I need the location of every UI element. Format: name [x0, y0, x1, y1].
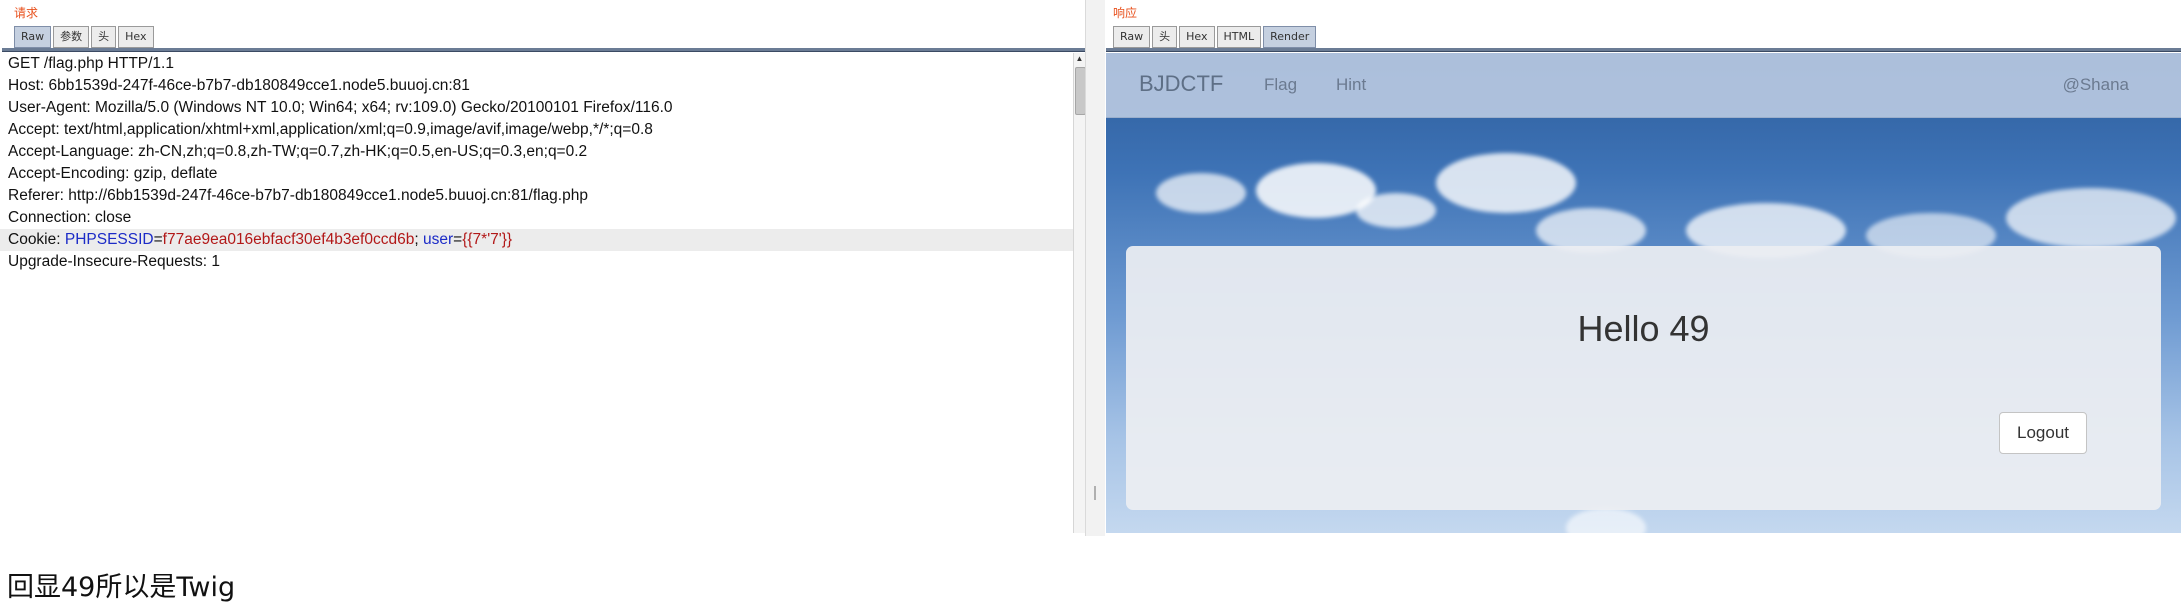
nav-user-link[interactable]: @Shana [2063, 75, 2129, 95]
cookie-value-user: {{7*'7'}} [462, 231, 513, 248]
cookie-value-phpsessid: f77ae9ea016ebfacf30ef4b3ef0ccd6b [162, 231, 415, 248]
cookie-line: Cookie: PHPSESSID=f77ae9ea016ebfacf30ef4… [0, 229, 1073, 251]
request-line: Accept: text/html,application/xhtml+xml,… [8, 121, 653, 138]
cookie-eq: = [153, 231, 163, 248]
cloud-shape [1436, 153, 1576, 213]
response-tab-html[interactable]: HTML [1216, 26, 1262, 48]
scroll-up-icon[interactable]: ▲ [1074, 53, 1085, 65]
panel-splitter[interactable] [1085, 0, 1106, 536]
greeting-heading: Hello 49 [1577, 308, 1710, 349]
request-line: Host: 6bb1539d-247f-46ce-b7b7-db180849cc… [8, 77, 470, 94]
request-line: GET /flag.php HTTP/1.1 [8, 55, 174, 72]
cookie-name-user: user [422, 231, 454, 248]
cookie-prefix: Cookie: [8, 231, 65, 248]
nav-link-flag[interactable]: Flag [1264, 75, 1297, 95]
nav-link-hint[interactable]: Hint [1336, 75, 1366, 95]
response-tab-underline [1106, 48, 2181, 52]
request-line: User-Agent: Mozilla/5.0 (Windows NT 10.0… [8, 99, 673, 116]
request-editor[interactable]: GET /flag.php HTTP/1.1 Host: 6bb1539d-24… [0, 53, 1073, 533]
request-panel-title: 请求 [14, 6, 39, 20]
splitter-grip-icon[interactable] [1094, 486, 1096, 500]
greeting-card: Hello 49 Logout [1126, 246, 2161, 510]
site-brand[interactable]: BJDCTF [1139, 71, 1223, 97]
request-line: Connection: close [8, 209, 132, 226]
request-panel: 请求 Raw 参数 头 Hex GET /flag.php HTTP/1.1 H… [0, 0, 1086, 536]
request-tab-params[interactable]: 参数 [53, 26, 90, 48]
request-line: Referer: http://6bb1539d-247f-46ce-b7b7-… [8, 187, 588, 204]
cloud-shape [1356, 193, 1436, 228]
caption-text: 回显49所以是Twig [7, 572, 236, 603]
cloud-shape [1566, 508, 1646, 533]
response-tabbar: Raw 头 Hex HTML Render [1113, 26, 1318, 48]
response-tab-hex[interactable]: Hex [1179, 26, 1215, 48]
site-navbar: BJDCTF Flag Hint @Shana [1106, 53, 2181, 118]
logout-button[interactable]: Logout [1999, 412, 2087, 454]
request-tab-raw[interactable]: Raw [14, 26, 52, 48]
request-line: Accept-Language: zh-CN,zh;q=0.8,zh-TW;q=… [8, 143, 588, 160]
request-tab-hex[interactable]: Hex [118, 26, 154, 48]
response-panel-title: 响应 [1113, 6, 1138, 20]
request-scrollbar[interactable]: ▲ [1073, 53, 1086, 533]
request-tabbar: Raw 参数 头 Hex [14, 26, 156, 48]
request-line: Upgrade-Insecure-Requests: 1 [8, 253, 220, 270]
cloud-shape [2006, 188, 2176, 248]
response-tab-raw[interactable]: Raw [1113, 26, 1151, 48]
cookie-name-phpsessid: PHPSESSID [64, 231, 154, 248]
request-tab-headers[interactable]: 头 [91, 26, 117, 48]
response-tab-render[interactable]: Render [1263, 26, 1317, 48]
rendered-page: BJDCTF Flag Hint @Shana Hello 49 Logout [1106, 53, 2181, 533]
response-panel: 响应 Raw 头 Hex HTML Render BJDCTF Flag Hin… [1105, 0, 2181, 536]
cookie-sep: ; [414, 231, 423, 248]
request-line: Accept-Encoding: gzip, deflate [8, 165, 218, 182]
response-tab-headers[interactable]: 头 [1152, 26, 1178, 48]
request-tab-underline [2, 48, 1085, 52]
cloud-shape [1156, 173, 1246, 213]
cookie-eq: = [453, 231, 463, 248]
